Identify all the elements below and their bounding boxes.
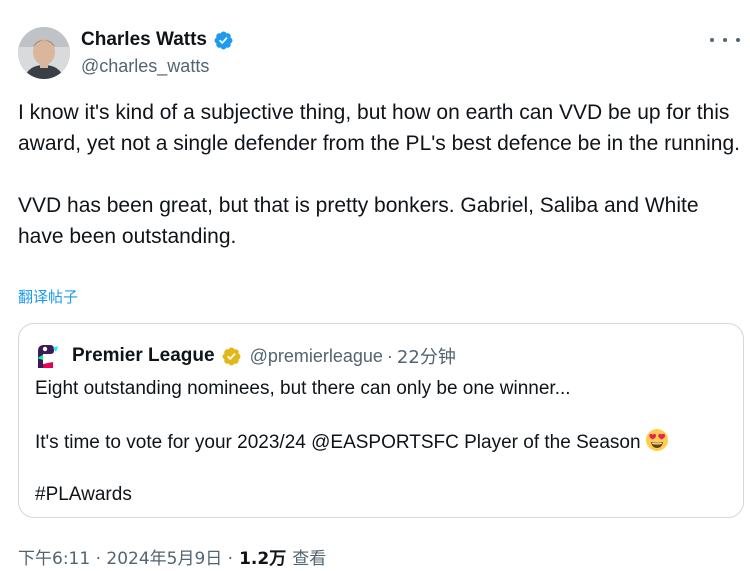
author-block: Charles Watts @charles_watts: [81, 28, 234, 77]
tweet-timestamp[interactable]: 下午6:11 · 2024年5月9日 ·: [18, 544, 233, 569]
verified-badge-icon: [214, 31, 233, 49]
quote-paragraph: Eight outstanding nominees, but there ca…: [35, 378, 571, 399]
views-count: 1.2万: [239, 549, 287, 569]
views-label: 查看: [292, 549, 327, 569]
heart-eyes-emoji-icon: [645, 429, 668, 451]
tweet-meta: 下午6:11 · 2024年5月9日 · 1.2万 查看: [18, 544, 326, 569]
tweet-text: I know it's kind of a subjective thing, …: [18, 97, 746, 252]
quote-paragraph: It's time to vote for your 2023/24 @EASP…: [35, 432, 641, 453]
tweet-paragraph: I know it's kind of a subjective thing, …: [18, 101, 740, 155]
more-options-icon[interactable]: [710, 30, 740, 50]
author-name[interactable]: Charles Watts: [81, 29, 207, 51]
verified-gold-badge-icon: [222, 347, 241, 365]
quoted-tweet[interactable]: Premier League @premierleague · 22分钟 Eig…: [18, 323, 744, 518]
tweet: Charles Watts @charles_watts I know it's…: [0, 0, 750, 571]
author-handle[interactable]: @charles_watts: [81, 56, 234, 77]
quote-paragraph-with-emoji: It's time to vote for your 2023/24 @EASP…: [35, 428, 725, 456]
avatar[interactable]: [18, 27, 70, 79]
quote-author-name[interactable]: Premier League: [72, 345, 215, 367]
separator-dot: ·: [386, 345, 393, 366]
hashtag-link[interactable]: #PLAwards: [35, 482, 725, 508]
quote-author-handle[interactable]: @premierleague: [250, 346, 383, 367]
quote-timestamp[interactable]: 22分钟: [397, 343, 456, 369]
translate-post-link[interactable]: 翻译帖子: [18, 286, 78, 307]
quote-text: Eight outstanding nominees, but there ca…: [35, 376, 725, 508]
tweet-paragraph: VVD has been great, but that is pretty b…: [18, 194, 699, 248]
premier-league-logo-icon: [37, 345, 58, 368]
quote-header: Premier League @premierleague · 22分钟: [35, 342, 456, 370]
